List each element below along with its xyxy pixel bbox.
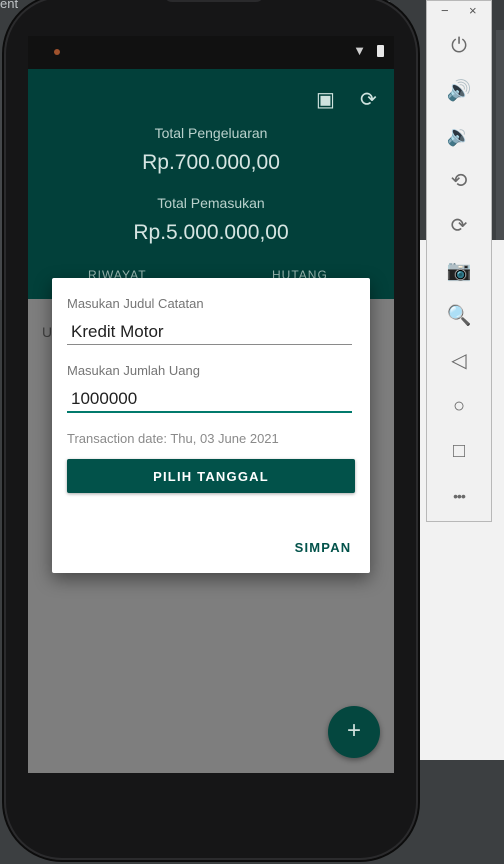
transaction-date-text: Transaction date: Thu, 03 June 2021 [67,431,279,446]
camera-icon[interactable]: 📷 [427,253,491,289]
total-income-value: Rp.5.000.000,00 [133,221,289,244]
amount-input[interactable] [67,387,352,411]
list-item-fragment: U [42,324,53,340]
ide-right-panel [496,30,504,240]
overview-icon[interactable]: □ [427,433,491,469]
emulator-toolbar: − × ⏻ 🔊 🔉 ⟲ ⟳ 📷 🔍 ◁ ○ □ ••• [426,0,492,522]
title-input-underline [67,344,352,345]
add-transaction-button[interactable]: + [328,706,380,758]
amount-input-underline [67,411,352,413]
add-note-dialog: Masukan Judul Catatan Masukan Jumlah Uan… [52,278,370,573]
minimize-icon[interactable]: − [441,3,449,18]
amount-field-label: Masukan Jumlah Uang [67,363,200,378]
notification-dot-icon [54,49,60,55]
summary-header: ▣ ⟳ Total Pengeluaran Rp.700.000,00 Tota… [28,69,394,299]
volume-up-icon[interactable]: 🔊 [427,73,491,109]
status-bar: ▼ [28,36,394,69]
title-input[interactable] [67,320,352,344]
zoom-icon[interactable]: 🔍 [427,298,491,334]
save-button[interactable]: SIMPAN [288,534,358,560]
phone-camera-bump [164,0,264,2]
battery-icon [377,45,384,57]
wifi-icon: ▼ [353,43,366,58]
ide-tab-fragment-left: ent [0,0,19,11]
home-icon[interactable]: ○ [427,388,491,424]
volume-down-icon[interactable]: 🔉 [427,118,491,154]
wallet-icon[interactable]: ▣ [316,87,335,112]
close-icon[interactable]: × [469,3,477,18]
rotate-left-icon[interactable]: ⟲ [427,163,491,199]
more-icon[interactable]: ••• [427,478,491,514]
power-icon[interactable]: ⏻ [427,28,491,64]
pick-date-button[interactable]: PILIH TANGGAL [67,459,355,493]
title-field-label: Masukan Judul Catatan [67,296,204,311]
rotate-right-icon[interactable]: ⟳ [427,208,491,244]
back-icon[interactable]: ◁ [427,343,491,379]
total-expense-value: Rp.700.000,00 [142,151,280,174]
total-expense-label: Total Pengeluaran [154,125,268,141]
sync-icon[interactable]: ⟳ [360,87,377,112]
total-income-label: Total Pemasukan [157,195,265,211]
